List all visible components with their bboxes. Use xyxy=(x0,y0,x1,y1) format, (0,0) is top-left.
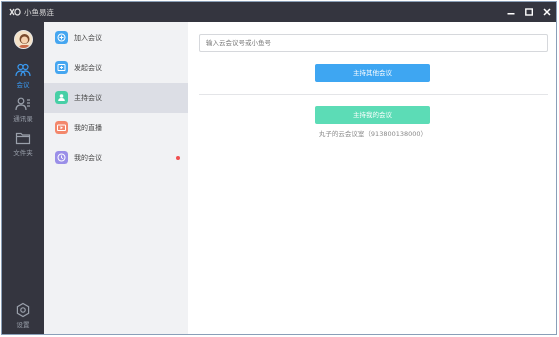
meeting-number-input[interactable] xyxy=(199,34,548,52)
menu-item-host-meeting[interactable]: 主持会议 xyxy=(44,83,188,113)
host-my-meeting-button[interactable]: 主持我的会议 xyxy=(315,106,430,124)
host-icon xyxy=(55,91,68,104)
nav-item-meeting[interactable]: 会议 xyxy=(2,58,44,92)
avatar[interactable] xyxy=(14,30,33,49)
title-bar: 小鱼易连 xyxy=(2,2,556,22)
nav-item-contacts[interactable]: 通讯录 xyxy=(2,92,44,126)
nav-label-files: 文件夹 xyxy=(13,149,33,157)
people-icon xyxy=(15,63,31,77)
menu-item-start-meeting[interactable]: 发起会议 xyxy=(44,53,188,83)
close-icon[interactable] xyxy=(541,6,553,18)
menu-item-join-meeting[interactable]: 加入会议 xyxy=(44,23,188,53)
nav-item-settings[interactable]: 设置 xyxy=(2,298,44,332)
app-window: 小鱼易连 会议 通讯录 文件夹 设置 加入会议 发起会议 主持会议 我的直播 我… xyxy=(1,1,557,335)
folder-icon xyxy=(15,132,31,145)
join-icon xyxy=(55,31,68,44)
menu-label: 加入会议 xyxy=(74,34,102,42)
start-icon xyxy=(55,61,68,74)
nav-rail: 会议 通讯录 文件夹 设置 xyxy=(2,22,44,334)
live-icon xyxy=(55,121,68,134)
nav-item-files[interactable]: 文件夹 xyxy=(2,126,44,160)
menu-label: 主持会议 xyxy=(74,94,102,102)
maximize-icon[interactable] xyxy=(523,6,535,18)
menu-item-my-meetings[interactable]: 我的会议 xyxy=(44,143,188,173)
contacts-icon xyxy=(15,97,30,111)
nav-label-contacts: 通讯录 xyxy=(13,115,33,123)
meeting-menu: 加入会议 发起会议 主持会议 我的直播 我的会议 xyxy=(44,22,188,334)
menu-label: 发起会议 xyxy=(74,64,102,72)
host-meeting-panel: 主持其他会议 主持我的会议 丸子的云会议室（913800138000） xyxy=(188,22,556,334)
minimize-icon[interactable] xyxy=(505,6,517,18)
avatar-image-icon xyxy=(15,31,32,48)
host-other-meeting-button[interactable]: 主持其他会议 xyxy=(315,64,430,82)
nav-label-meeting: 会议 xyxy=(16,81,30,89)
menu-label: 我的直播 xyxy=(74,124,102,132)
menu-item-my-live[interactable]: 我的直播 xyxy=(44,113,188,143)
divider xyxy=(199,94,548,95)
app-title: 小鱼易连 xyxy=(24,8,54,17)
app-logo-icon xyxy=(9,8,21,16)
nav-label-settings: 设置 xyxy=(16,321,30,329)
menu-label: 我的会议 xyxy=(74,154,102,162)
gear-icon xyxy=(16,302,30,318)
my-room-info: 丸子的云会议室（913800138000） xyxy=(318,130,428,138)
notification-dot xyxy=(176,156,180,160)
clock-icon xyxy=(55,151,68,164)
